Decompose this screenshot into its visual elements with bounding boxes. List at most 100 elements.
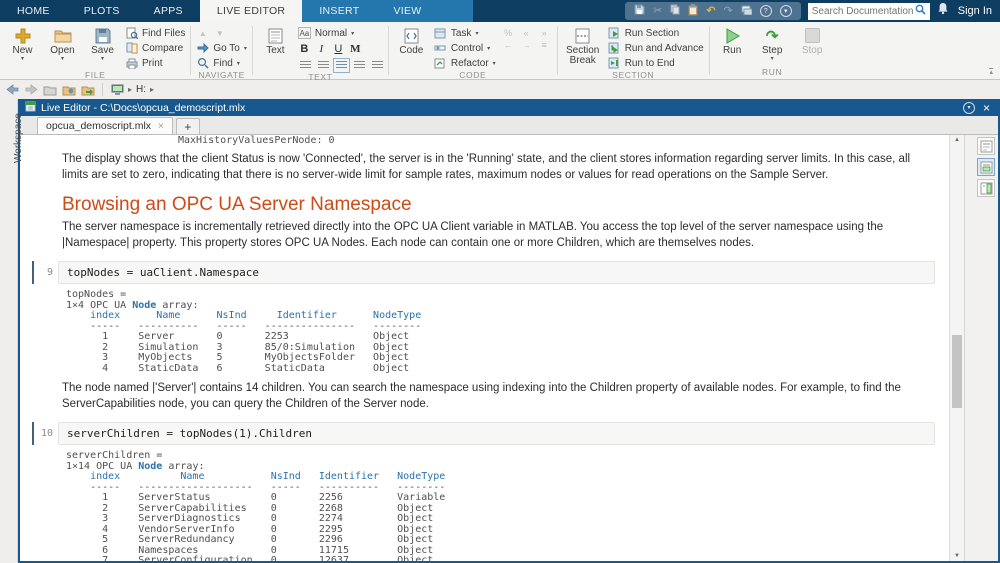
increase-indent-icon[interactable]: → [519,40,534,50]
run-section-button[interactable]: Run Section [608,26,704,40]
control-dropdown-icon: ▾ [487,45,491,52]
new-window-icon[interactable] [741,5,753,18]
comment-icon[interactable]: % [501,28,516,38]
layout-code-only-button[interactable] [977,137,995,155]
breadcrumb-drive[interactable]: H: [136,84,146,95]
align-center-icon[interactable] [353,60,365,70]
underline-button[interactable]: U [332,43,345,55]
italic-button[interactable]: I [315,43,328,55]
code-line[interactable]: topNodes = uaClient.Namespace [58,261,935,284]
tab-home[interactable]: HOME [0,0,67,22]
refactor-button[interactable]: Refactor ▾ [434,56,496,70]
text-paragraph[interactable]: The server namespace is incrementally re… [62,220,935,251]
tab-insert[interactable]: INSERT [302,0,376,22]
node-class-link[interactable]: Node [132,300,156,311]
bulleted-list-icon[interactable] [299,60,311,70]
tab-plots[interactable]: PLOTS [67,0,137,22]
navigate-up-icon[interactable]: ▲ [196,27,209,39]
help-icon[interactable]: ? [759,5,772,17]
document-content: MaxHistoryValuesPerNode: 0 The display s… [20,135,949,561]
cut-icon[interactable]: ✂ [653,5,662,17]
go-to-dropdown-icon[interactable]: ▾ [244,45,247,52]
smart-indent-icon[interactable]: ≡ [537,40,552,50]
step-dropdown-icon[interactable]: ▾ [771,56,774,62]
bold-button[interactable]: B [298,43,311,55]
notifications-bell-icon[interactable] [937,2,949,20]
tab-view[interactable]: VIEW [376,0,438,22]
run-and-advance-button[interactable]: Run and Advance [608,41,704,55]
print-button[interactable]: Print [125,56,185,70]
tab-live-editor[interactable]: LIVE EDITOR [199,0,303,22]
find-files-icon [125,27,138,39]
task-button[interactable]: Task ▾ [434,26,496,40]
layout-output-inline-button[interactable] [977,158,995,176]
forward-icon[interactable] [24,83,38,96]
back-icon[interactable] [5,83,19,96]
tab-close-icon[interactable]: × [158,121,164,132]
text-button[interactable]: Text [258,23,293,56]
toolbar-options-icon[interactable]: ▾ [779,5,792,17]
step-button[interactable]: ↷ Step ▾ [755,23,790,63]
scroll-down-icon[interactable]: ▼ [950,553,964,559]
open-button[interactable]: Open ▾ [45,23,80,62]
compare-button[interactable]: Compare [125,41,185,55]
run-button[interactable]: Run [715,23,750,56]
code-line[interactable]: serverChildren = topNodes(1).Children [58,422,935,445]
cloud-folder-icon[interactable] [62,83,76,96]
up-one-level-icon[interactable] [43,83,57,96]
new-tab-button[interactable]: + [175,118,200,134]
text-style-dropdown[interactable]: Aa Normal ▾ [297,26,383,40]
layout-output-right-button[interactable] [977,179,995,197]
code-button[interactable]: Code [394,23,429,56]
browse-folder-icon[interactable] [81,83,95,96]
redo-icon[interactable]: ↷ [724,5,733,17]
go-to-button[interactable]: Go To ▾ [196,41,247,55]
save-icon[interactable] [634,4,645,18]
wrap-comments-icon[interactable]: » [537,28,552,38]
new-dropdown-icon[interactable]: ▾ [21,56,24,62]
window-close-icon[interactable]: × [980,102,993,114]
text-paragraph[interactable]: The node named |'Server'| contains 14 ch… [62,381,935,412]
section-heading[interactable]: Browsing an OPC UA Server Namespace [62,194,935,216]
toolstrip: New ▾ Open ▾ Save ▾ Find Files Compare P… [0,22,1000,82]
section-break-button[interactable]: Section Break [563,23,603,66]
search-icon[interactable] [915,2,926,20]
undo-icon[interactable]: ↶ [706,5,715,17]
paste-icon[interactable] [688,3,698,19]
collapse-ribbon-icon[interactable]: ▴ [989,68,993,76]
tab-apps[interactable]: APPS [137,0,200,22]
document-tab[interactable]: opcua_demoscript.mlx × [37,117,173,134]
save-dropdown-icon[interactable]: ▾ [101,56,104,62]
navigate-down-icon[interactable]: ▼ [213,27,226,39]
align-left-icon[interactable] [332,57,350,73]
save-button[interactable]: Save ▾ [85,23,120,62]
numbered-list-icon[interactable] [317,60,329,70]
workspace-panel-tab[interactable]: Workspace [0,99,24,563]
window-actions-icon[interactable]: ▾ [962,101,975,114]
output-table-header: index Name NsInd Identifier NodeType [66,471,446,482]
open-dropdown-icon[interactable]: ▾ [61,56,64,62]
monospace-button[interactable]: M [349,43,362,55]
find-button[interactable]: Find ▾ [196,56,247,70]
uncomment-icon[interactable]: « [519,28,534,38]
stop-button[interactable]: Stop [795,23,830,56]
align-right-icon[interactable] [371,60,383,70]
find-files-button[interactable]: Find Files [125,26,185,40]
search-input[interactable] [811,5,915,17]
find-dropdown-icon[interactable]: ▾ [237,60,240,67]
run-to-end-button[interactable]: Run to End [608,56,704,70]
code-output: topNodes = 1×4 OPC UA Node array: index … [66,289,949,374]
sign-in-button[interactable]: Sign In [956,5,992,17]
scroll-up-icon[interactable]: ▲ [950,137,964,143]
breadcrumb-sep-icon[interactable]: ▸ [150,85,154,94]
copy-icon[interactable] [670,4,680,18]
control-button[interactable]: Control ▾ [434,41,496,55]
new-button[interactable]: New ▾ [5,23,40,62]
breadcrumb[interactable]: ▸ H: ▸ [110,83,154,96]
text-paragraph[interactable]: The display shows that the client Status… [62,152,935,183]
view-controls-strip [964,135,998,561]
scrollbar-thumb[interactable] [952,335,962,408]
vertical-scrollbar[interactable]: ▲ ▼ [949,135,964,561]
node-class-link[interactable]: Node [138,461,162,472]
decrease-indent-icon[interactable]: ← [501,40,516,50]
